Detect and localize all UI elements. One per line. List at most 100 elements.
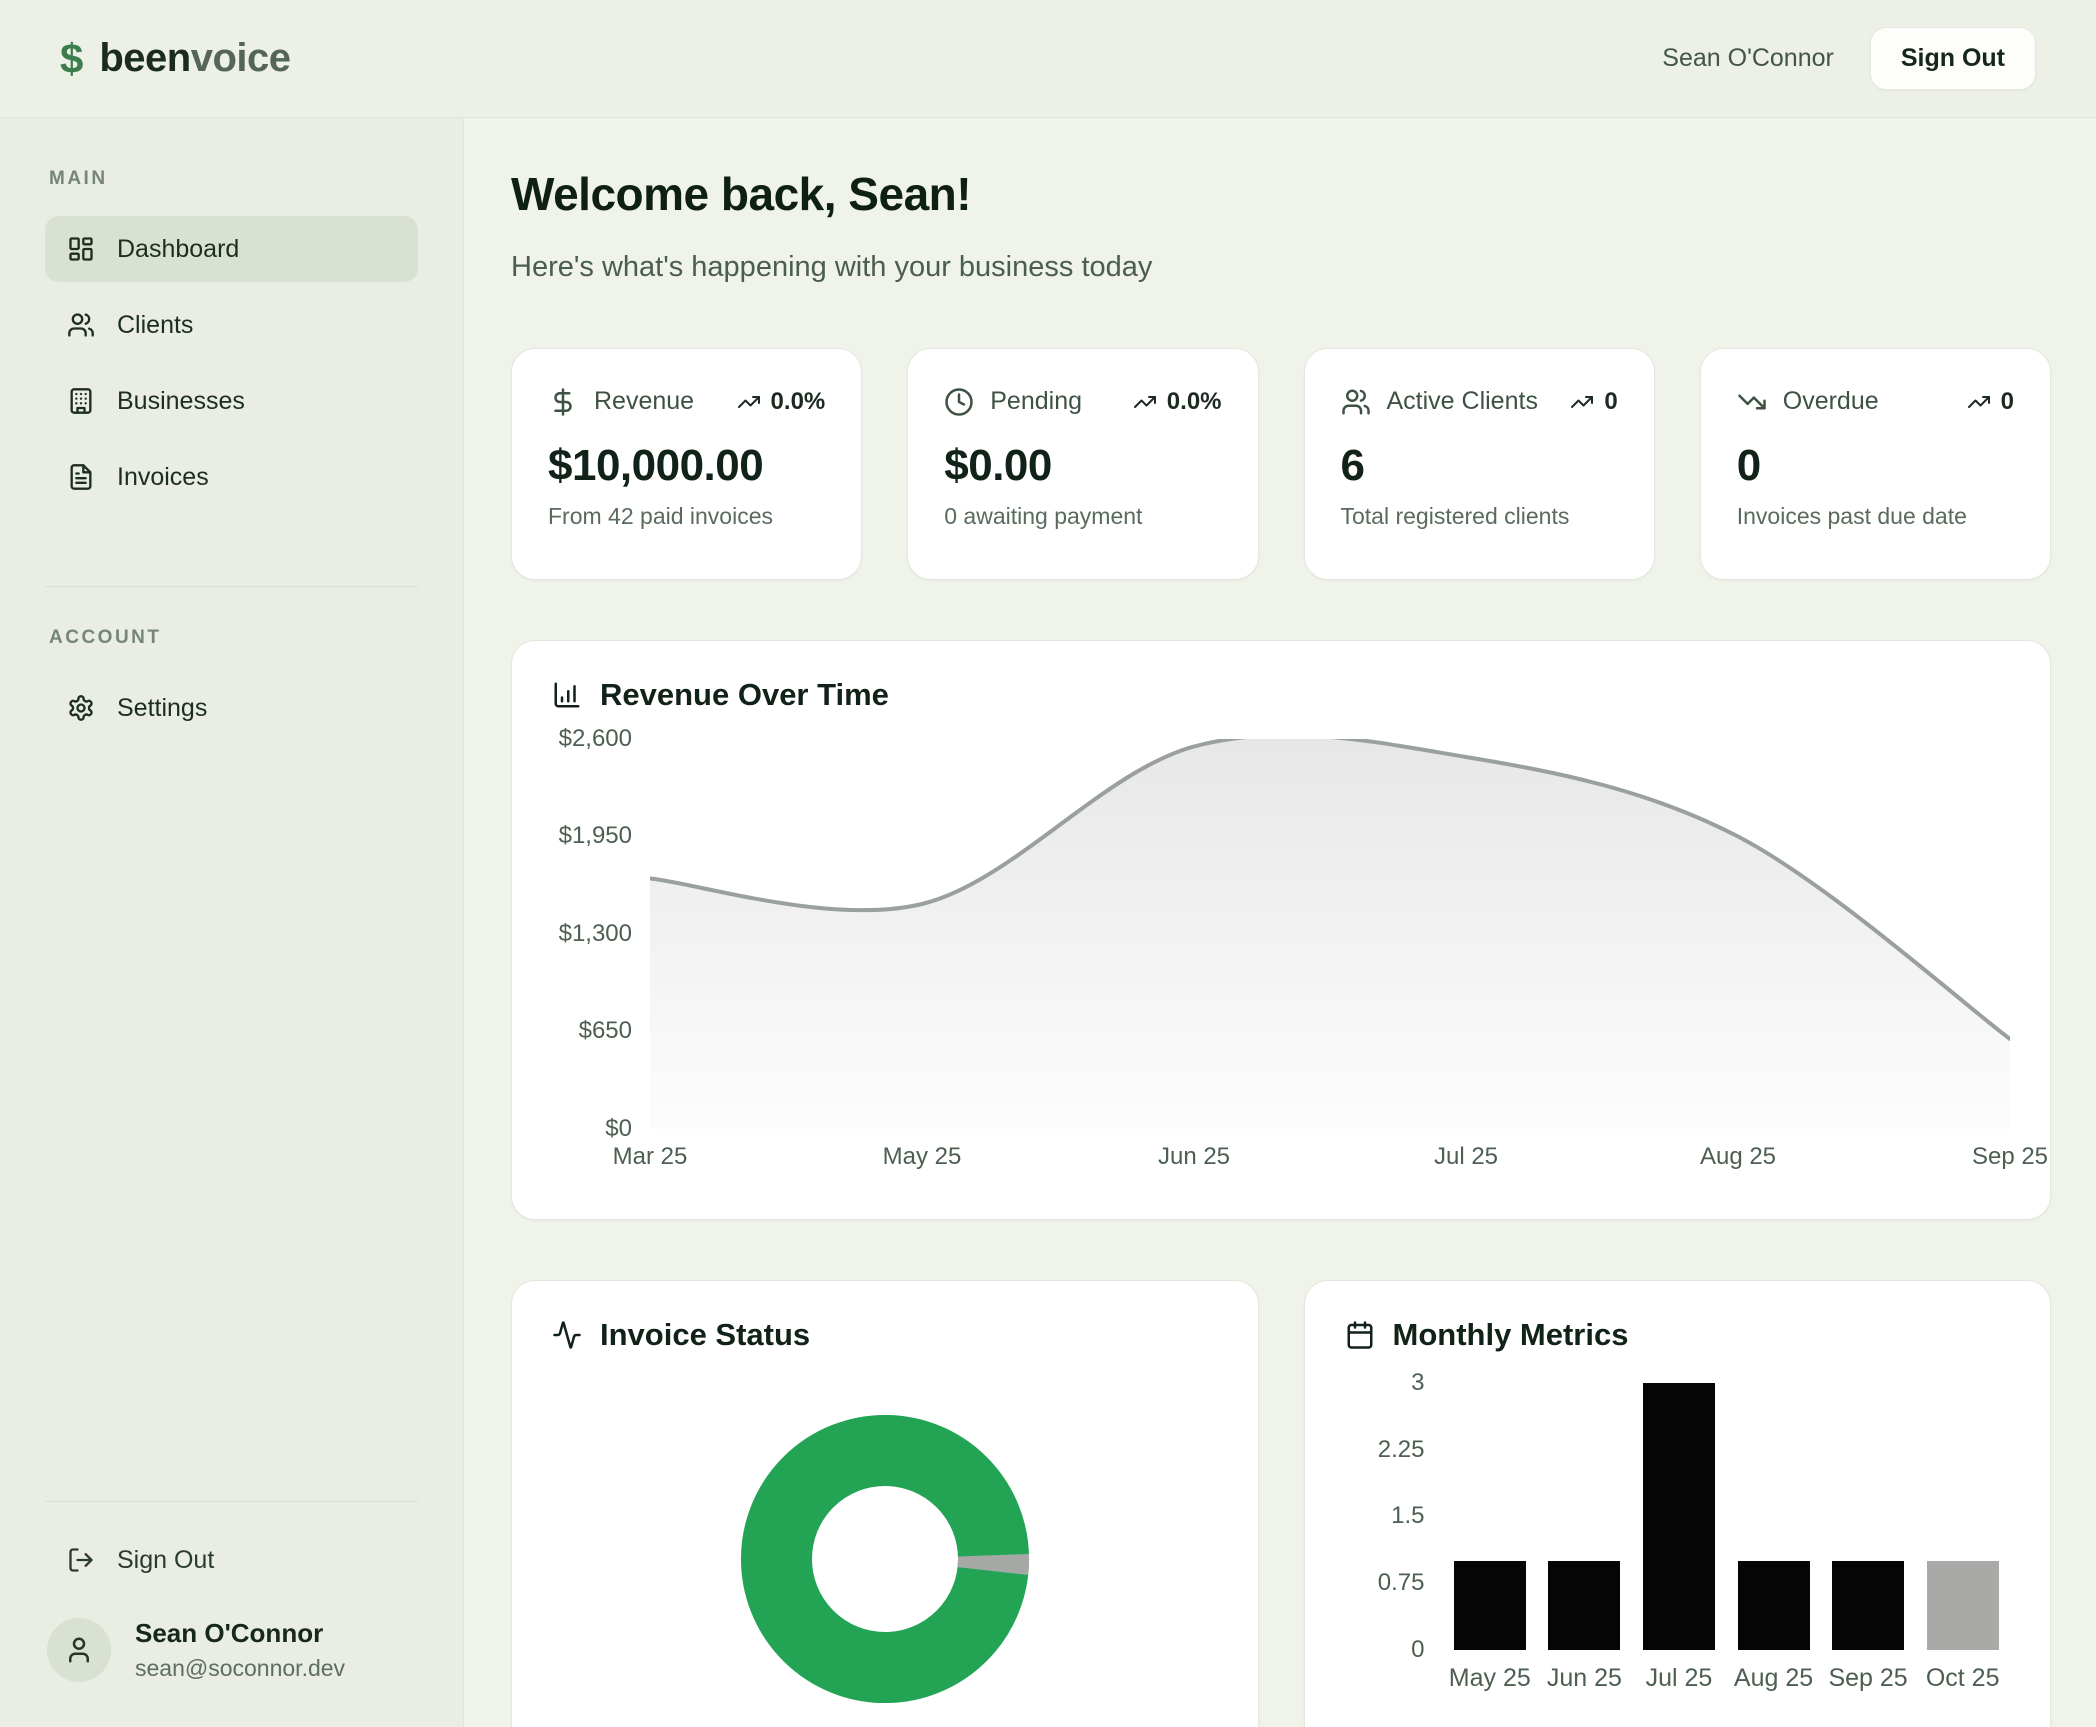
x-tick-label: Mar 25 — [613, 1143, 688, 1171]
dollar-icon — [548, 387, 578, 417]
trending-up-icon — [1133, 390, 1157, 414]
stat-trend-value: 0 — [1604, 388, 1617, 416]
user-icon — [64, 1635, 94, 1665]
x-tick-label: May 25 — [1443, 1664, 1538, 1693]
revenue-chart-title: Revenue Over Time — [600, 677, 889, 713]
sidebar-item-label: Settings — [117, 694, 207, 723]
trending-up-icon — [1967, 390, 1991, 414]
x-tick-label: Oct 25 — [1915, 1664, 2010, 1693]
stat-label: Active Clients — [1387, 387, 1538, 416]
sidebar-section-account-label: ACCOUNT — [49, 627, 418, 649]
y-tick-label: 0.75 — [1378, 1569, 1425, 1597]
bar-slot — [1632, 1383, 1727, 1650]
bar-slot — [1915, 1383, 2010, 1650]
x-tick-label: Sep 25 — [1972, 1143, 2048, 1171]
trending-up-icon — [1570, 390, 1594, 414]
stat-card: Revenue 0.0% $10,000.00 From 42 paid inv… — [511, 348, 862, 580]
x-tick-label: Jun 25 — [1158, 1143, 1230, 1171]
stat-value: $10,000.00 — [548, 441, 825, 491]
sidebar-nav-main: Dashboard Clients Businesses Invoices — [45, 216, 418, 510]
sidebar-item-settings[interactable]: Settings — [45, 675, 418, 741]
bar-oct-25 — [1927, 1561, 1999, 1650]
stat-description: Invoices past due date — [1737, 503, 2014, 530]
bar-slot — [1821, 1383, 1916, 1650]
revenue-chart-y-axis: $2,600$1,950$1,300$650$0 — [552, 739, 650, 1129]
sidebar-nav-account: Settings — [45, 675, 418, 741]
stat-label: Pending — [990, 387, 1082, 416]
bar-may-25 — [1454, 1561, 1526, 1650]
activity-icon — [552, 1320, 582, 1350]
stat-value: $0.00 — [944, 441, 1221, 491]
avatar — [47, 1618, 111, 1682]
monthly-metrics-header: Monthly Metrics — [1345, 1315, 2011, 1355]
y-tick-label: 2.25 — [1378, 1436, 1425, 1464]
sidebar-item-dashboard[interactable]: Dashboard — [45, 216, 418, 282]
building-icon — [67, 387, 95, 415]
bar-slot — [1726, 1383, 1821, 1650]
sidebar-sign-out[interactable]: Sign Out — [45, 1530, 418, 1590]
revenue-chart-header: Revenue Over Time — [552, 675, 2010, 715]
invoice-status-donut — [737, 1411, 1033, 1707]
clock-icon — [944, 387, 974, 417]
sidebar-section-main-label: MAIN — [49, 168, 418, 190]
bar-slot — [1443, 1383, 1538, 1650]
stat-description: Total registered clients — [1341, 503, 1618, 530]
revenue-chart-x-axis: Mar 25May 25Jun 25Jul 25Aug 25Sep 25 — [650, 1129, 2010, 1173]
x-tick-label: Sep 25 — [1821, 1664, 1916, 1693]
x-tick-label: Jul 25 — [1434, 1143, 1498, 1171]
sidebar-divider — [45, 586, 418, 587]
trending-down-icon — [1737, 387, 1767, 417]
dashboard-icon — [67, 235, 95, 263]
stat-trend-value: 0.0% — [771, 388, 826, 416]
app-name: beenvoice — [99, 36, 290, 81]
y-tick-label: $0 — [605, 1115, 632, 1143]
bar-jun-25 — [1548, 1561, 1620, 1650]
stat-value: 0 — [1737, 441, 2014, 491]
y-tick-label: 3 — [1411, 1369, 1424, 1397]
invoice-status-card: Invoice Status — [511, 1280, 1259, 1727]
sign-out-button[interactable]: Sign Out — [1870, 27, 2036, 90]
x-tick-label: Aug 25 — [1726, 1664, 1821, 1693]
page-subtitle: Here's what's happening with your busine… — [511, 251, 2051, 284]
y-tick-label: 1.5 — [1391, 1502, 1424, 1530]
y-tick-label: $1,950 — [559, 822, 632, 850]
x-tick-label: Aug 25 — [1700, 1143, 1776, 1171]
y-tick-label: $2,600 — [559, 725, 632, 753]
y-tick-label: 0 — [1411, 1636, 1424, 1664]
bar-aug-25 — [1738, 1561, 1810, 1650]
stat-value: 6 — [1341, 441, 1618, 491]
top-bar: $ beenvoice Sean O'Connor Sign Out — [0, 0, 2096, 118]
stat-card: Overdue 0 0 Invoices past due date — [1700, 348, 2051, 580]
bar-jul-25 — [1643, 1383, 1715, 1650]
dollar-logo-icon: $ — [60, 35, 83, 83]
stat-card-row: Revenue 0.0% $10,000.00 From 42 paid inv… — [511, 348, 2051, 580]
stat-trend-value: 0.0% — [1167, 388, 1222, 416]
logout-icon — [67, 1546, 95, 1574]
gear-icon — [67, 694, 95, 722]
sidebar-item-label: Clients — [117, 311, 193, 340]
stat-description: From 42 paid invoices — [548, 503, 825, 530]
stat-description: 0 awaiting payment — [944, 503, 1221, 530]
trending-up-icon — [737, 390, 761, 414]
sidebar-item-businesses[interactable]: Businesses — [45, 368, 418, 434]
stat-card: Active Clients 0 6 Total registered clie… — [1304, 348, 1655, 580]
main-content: Welcome back, Sean! Here's what's happen… — [464, 118, 2096, 1727]
y-tick-label: $1,300 — [559, 920, 632, 948]
monthly-metrics-y-axis: 32.251.50.750 — [1345, 1383, 1443, 1650]
sidebar-user-profile[interactable]: Sean O'Connor sean@soconnor.dev — [45, 1618, 418, 1682]
users-icon — [1341, 387, 1371, 417]
sidebar-user-name: Sean O'Connor — [135, 1618, 345, 1649]
sidebar-sign-out-label: Sign Out — [117, 1546, 214, 1575]
monthly-metrics-bars — [1443, 1383, 2011, 1650]
stat-card: Pending 0.0% $0.00 0 awaiting payment — [907, 348, 1258, 580]
invoice-status-header: Invoice Status — [552, 1315, 1218, 1355]
page-title: Welcome back, Sean! — [511, 168, 2051, 221]
sidebar: MAIN Dashboard Clients Businesses Invoic… — [0, 118, 464, 1727]
app-logo[interactable]: $ beenvoice — [60, 35, 291, 83]
stat-trend-value: 0 — [2001, 388, 2014, 416]
sidebar-item-invoices[interactable]: Invoices — [45, 444, 418, 510]
revenue-area-chart — [650, 739, 2010, 1129]
monthly-metrics-title: Monthly Metrics — [1393, 1317, 1629, 1353]
sidebar-item-clients[interactable]: Clients — [45, 292, 418, 358]
calendar-icon — [1345, 1320, 1375, 1350]
